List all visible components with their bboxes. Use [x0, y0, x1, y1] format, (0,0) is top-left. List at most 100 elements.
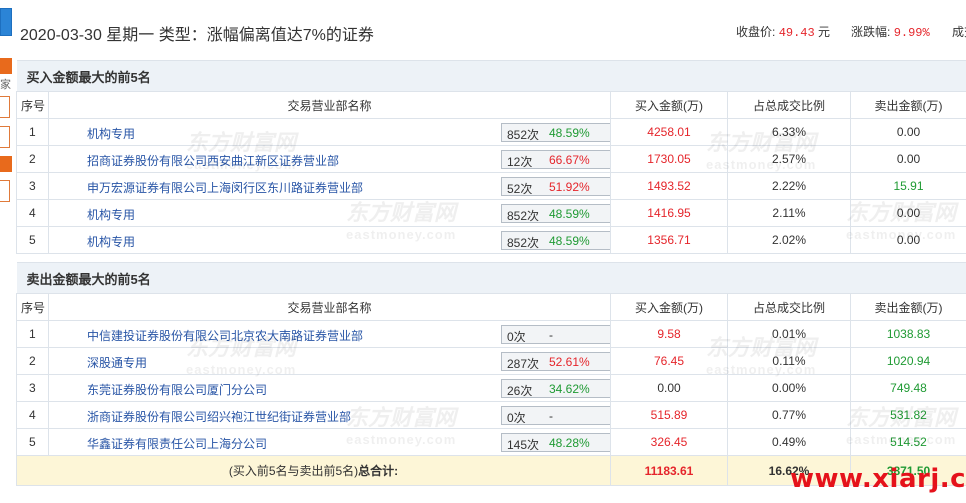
- win-rate: 52.61%: [549, 355, 590, 369]
- row-seq: 3: [16, 172, 49, 200]
- col-seq: 序号: [16, 293, 49, 321]
- turnover-ratio: 0.01%: [727, 320, 851, 348]
- site-watermark: www.xiarj.com: [790, 464, 966, 494]
- dept-stats-pill[interactable]: 852次 48.59%?: [501, 123, 611, 142]
- table-row: 1 中信建投证券股份有限公司北京农大南路证券营业部 0次 - 9.58 0.01% 1038…: [16, 320, 966, 348]
- table-row: 4 机构专用 852次 48.59% 1416.95 2.11% 0.00: [16, 199, 966, 227]
- sell-amount: 514.52: [849, 428, 966, 456]
- dept-stats-pill[interactable]: 0次 -: [501, 406, 610, 425]
- close-price: 收盘价: 49.43 元: [736, 23, 830, 40]
- col-dept-name: 交易营业部名称: [48, 91, 611, 119]
- turnover-ratio: 2.11%: [727, 199, 851, 227]
- turnover-ratio: 0.49%: [727, 428, 851, 456]
- dept-stats-pill[interactable]: 52次 51.92%: [501, 177, 610, 196]
- buy-section-title-row: 买入金额最大的前5名: [16, 60, 966, 92]
- dept-link[interactable]: 浙商证券股份有限公司绍兴袍江世纪街证券营业部: [87, 408, 351, 425]
- turnover-label: 成交: [952, 25, 966, 39]
- dept-link[interactable]: 申万宏源证券有限公司上海闵行区东川路证券营业部: [87, 179, 363, 196]
- dept-stats-pill[interactable]: 12次 66.67%: [501, 150, 610, 169]
- dept-stats-pill[interactable]: 0次 -: [501, 325, 610, 344]
- turnover-ratio: 0.00%: [727, 374, 851, 402]
- turnover-ratio: 6.33%: [727, 118, 851, 146]
- close-price-label: 收盘价:: [736, 25, 776, 39]
- buy-section-title: 买入金额最大的前5名: [16, 60, 966, 92]
- dept-cell: 浙商证券股份有限公司绍兴袍江世纪街证券营业部 0次 -: [48, 401, 611, 429]
- row-seq: 2: [16, 145, 49, 173]
- dept-link[interactable]: 机构专用: [87, 125, 135, 142]
- change-percent-value: 9.99%: [893, 26, 930, 40]
- buy-amount: 1730.05: [610, 145, 728, 173]
- close-price-unit: 元: [818, 25, 831, 39]
- sell-amount: 1020.94: [849, 347, 966, 375]
- row-seq: 1: [16, 118, 49, 146]
- total-label-bold: 总合计:: [358, 464, 399, 478]
- dept-link[interactable]: 机构专用: [87, 206, 135, 223]
- dept-stats-pill[interactable]: 26次 34.62%: [501, 379, 610, 398]
- win-rate: -: [549, 409, 553, 423]
- col-ratio: 占总成交比例: [727, 293, 851, 321]
- dept-cell: 机构专用 852次 48.59%: [48, 199, 611, 227]
- dept-link[interactable]: 华鑫证券有限责任公司上海分公司: [87, 435, 267, 452]
- col-seq: 序号: [16, 91, 49, 119]
- col-ratio: 占总成交比例: [727, 91, 851, 119]
- dept-cell: 机构专用 852次 48.59%?: [48, 118, 611, 146]
- turnover-ratio: 0.11%: [727, 347, 851, 375]
- col-buy-amount: 买入金额(万): [610, 293, 728, 321]
- sidebar-blue-tab[interactable]: [0, 8, 12, 36]
- dept-link[interactable]: 东莞证券股份有限公司厦门分公司: [87, 381, 267, 398]
- dept-link[interactable]: 机构专用: [87, 233, 135, 250]
- buy-amount: 9.58: [610, 320, 728, 348]
- sell-section-title: 卖出金额最大的前5名: [16, 262, 966, 294]
- row-seq: 5: [16, 428, 49, 456]
- sell-column-header-row: 序号 交易营业部名称 买入金额(万) 占总成交比例 卖出金额(万): [16, 293, 966, 321]
- dept-link[interactable]: 深股通专用: [87, 354, 147, 371]
- turnover-ratio: 2.22%: [727, 172, 851, 200]
- sell-top5-table: 卖出金额最大的前5名 序号 交易营业部名称 买入金额(万) 占总成交比例 卖出金…: [16, 262, 966, 486]
- buy-amount: 1493.52: [610, 172, 728, 200]
- win-rate: 34.62%: [549, 382, 590, 396]
- sell-amount: 0.00: [849, 145, 966, 173]
- col-buy-amount: 买入金额(万): [610, 91, 728, 119]
- sidebar-input-fragment[interactable]: [0, 126, 10, 148]
- sidebar-input-fragment[interactable]: [0, 96, 10, 118]
- detail-header: 2020-03-30 星期一 类型：涨幅偏离值达7%的证券 收盘价: 49.43…: [16, 0, 966, 60]
- listing-count: 145次: [507, 438, 540, 452]
- table-row: 2 招商证券股份有限公司西安曲江新区证券营业部 12次 66.67% 1730.05 2.…: [16, 145, 966, 173]
- win-rate: 66.67%: [549, 153, 590, 167]
- weekday: 星期一: [106, 27, 155, 44]
- total-buy-amount: 11183.61: [610, 455, 728, 486]
- listing-count: 852次: [507, 128, 540, 142]
- row-seq: 4: [16, 401, 49, 429]
- table-row: 3 东莞证券股份有限公司厦门分公司 26次 34.62% 0.00 0.00% 749.48: [16, 374, 966, 402]
- listing-count: 52次: [507, 182, 533, 196]
- col-sell-amount: 卖出金额(万): [849, 91, 966, 119]
- dept-cell: 申万宏源证券有限公司上海闵行区东川路证券营业部 52次 51.92%: [48, 172, 611, 200]
- buy-amount: 1356.71: [610, 226, 728, 254]
- dept-cell: 机构专用 852次 48.59%: [48, 226, 611, 254]
- trade-date: 2020-03-30: [20, 27, 102, 44]
- buy-amount: 326.45: [610, 428, 728, 456]
- dept-link[interactable]: 招商证券股份有限公司西安曲江新区证券营业部: [87, 152, 339, 169]
- sell-amount: 1038.83: [849, 320, 966, 348]
- question-icon[interactable]: ?: [610, 126, 611, 139]
- sidebar-orange-marker: [0, 58, 12, 74]
- dept-stats-pill[interactable]: 287次 52.61%: [501, 352, 610, 371]
- row-seq: 2: [16, 347, 49, 375]
- row-seq: 4: [16, 199, 49, 227]
- sell-amount: 531.82: [849, 401, 966, 429]
- total-label-prefix: (买入前5名与卖出前5名): [228, 464, 359, 478]
- win-rate: 48.59%: [549, 207, 590, 221]
- left-sidebar-strip: 家: [0, 0, 14, 503]
- change-percent-label: 涨跌幅:: [851, 25, 891, 39]
- type-value: 涨幅偏离值达7%的证券: [206, 27, 374, 44]
- sidebar-text-fragment: 家: [0, 79, 11, 91]
- listing-count: 26次: [507, 384, 533, 398]
- row-seq: 1: [16, 320, 49, 348]
- sidebar-input-fragment[interactable]: [0, 180, 10, 202]
- dept-cell: 招商证券股份有限公司西安曲江新区证券营业部 12次 66.67%: [48, 145, 611, 173]
- sell-amount: 0.00: [849, 199, 966, 227]
- dept-stats-pill[interactable]: 145次 48.28%: [501, 433, 610, 452]
- dept-stats-pill[interactable]: 852次 48.59%: [501, 204, 610, 223]
- dept-link[interactable]: 中信建投证券股份有限公司北京农大南路证券营业部: [87, 327, 363, 344]
- dept-stats-pill[interactable]: 852次 48.59%: [501, 231, 610, 250]
